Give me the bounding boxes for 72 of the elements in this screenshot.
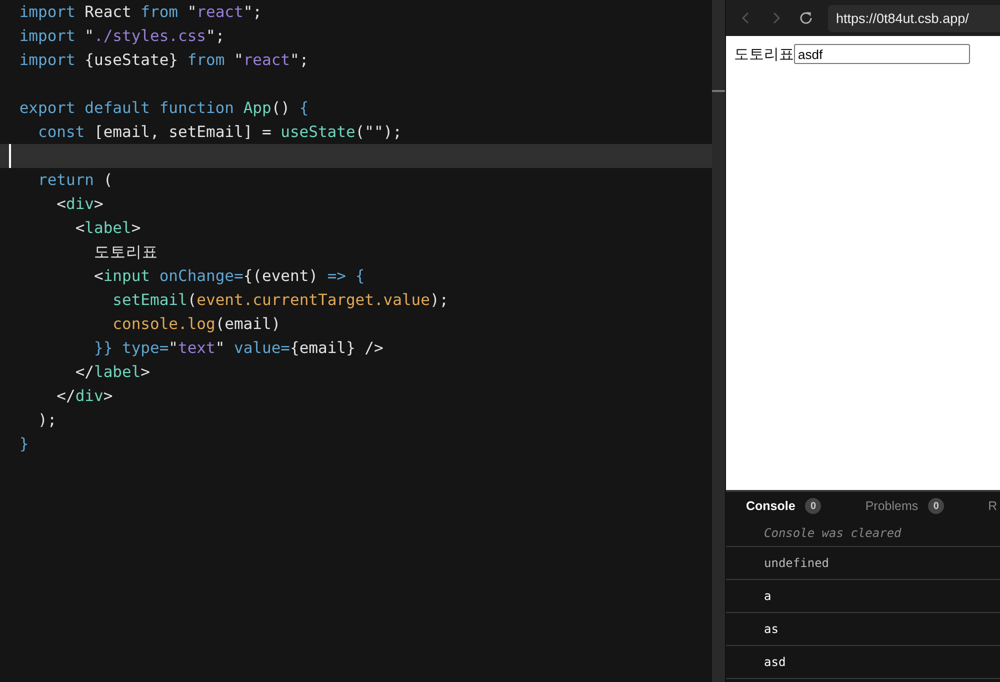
code-token: ( <box>187 291 197 309</box>
code-token: {(event) <box>243 267 319 285</box>
code-token: import <box>19 27 76 45</box>
panel-tab[interactable]: Problems 0 <box>865 498 944 514</box>
code-token: event.currentTarget.value <box>196 291 430 309</box>
code-token: > <box>131 219 141 237</box>
text-cursor <box>9 144 11 168</box>
code-token: => { <box>327 267 365 285</box>
code-token: {useState} <box>84 51 179 69</box>
text-input[interactable]: asdf <box>794 44 970 64</box>
code-token: " <box>84 27 94 45</box>
code-token: useState <box>280 123 356 141</box>
code-token: setEmail <box>112 291 188 309</box>
code-token: return <box>37 171 94 189</box>
code-token: react <box>243 51 290 69</box>
code-token: const <box>37 123 85 141</box>
code-token: "; <box>243 3 262 21</box>
code-token: console.log <box>112 315 216 333</box>
code-token: ./styles.css <box>94 27 206 45</box>
field-label: 도토리표 <box>734 44 794 64</box>
code-token: App <box>243 99 272 117</box>
code-token: value= <box>233 339 290 357</box>
code-token: onChange= <box>158 267 244 285</box>
code-token: [email, setEmail] = <box>93 123 272 141</box>
code-token: > <box>103 387 113 405</box>
code-token: "; <box>290 51 309 69</box>
code-token: < <box>92 267 104 285</box>
code-token: }} type= <box>92 339 169 357</box>
code-token: ( <box>102 171 113 189</box>
code-token: </ <box>56 387 76 405</box>
code-token: export default function <box>19 99 235 117</box>
console-message: undefined <box>726 547 1000 580</box>
code-token: 도토리표 <box>92 243 158 261</box>
code-token: ); <box>430 291 449 309</box>
code-token: text <box>178 339 216 357</box>
console-message: a <box>726 580 1000 613</box>
code-token: " <box>215 339 225 357</box>
console-message: as <box>726 613 1000 646</box>
code-token: ); <box>37 411 57 429</box>
code-token: from <box>187 51 225 69</box>
scrollbar[interactable] <box>712 0 725 682</box>
code-token: > <box>140 363 150 381</box>
code-token: import <box>19 3 76 21</box>
code-token: " <box>186 3 197 21</box>
code-token: (email) <box>215 315 281 333</box>
code-token: () <box>271 99 291 117</box>
code-token: input <box>103 267 150 285</box>
code-token: label <box>84 219 132 237</box>
code-token: react <box>196 3 244 21</box>
code-token: { <box>299 99 309 117</box>
code-token: (""); <box>355 123 402 141</box>
code-token: < <box>56 195 66 213</box>
panel-tab[interactable]: R <box>988 499 998 513</box>
code-token: </ <box>74 363 94 381</box>
code-token: " <box>232 51 244 69</box>
code-token: from <box>140 3 178 21</box>
code-token: div <box>75 387 104 405</box>
console-message: asd <box>726 646 1000 679</box>
code-token: import <box>19 51 76 69</box>
code-token: "; <box>206 27 225 45</box>
address-bar[interactable]: https://0t84ut.csb.app/ <box>828 4 1000 32</box>
code-token: {email} /> <box>290 339 384 357</box>
code-token: React <box>84 3 132 21</box>
reload-icon[interactable] <box>798 10 814 26</box>
code-token: label <box>94 363 141 381</box>
code-token: } <box>19 435 29 453</box>
code-token: " <box>168 339 178 357</box>
console-message: Console was cleared <box>726 520 1000 547</box>
code-token: > <box>94 195 104 213</box>
panel-tab[interactable]: Console 0 <box>746 498 822 514</box>
code-token: div <box>66 195 94 213</box>
code-token: < <box>74 219 85 237</box>
